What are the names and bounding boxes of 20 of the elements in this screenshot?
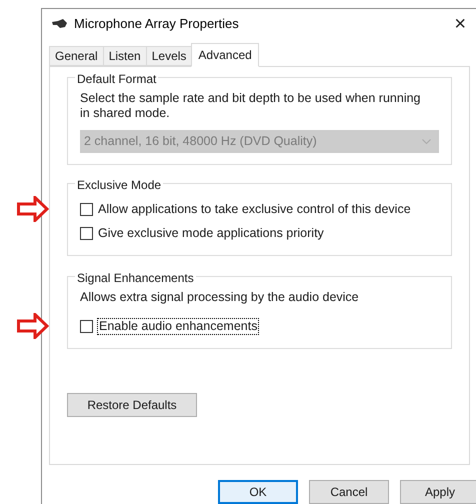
tab[interactable]: General: [49, 46, 104, 66]
description-text: Select the sample rate and bit depth to be used when running in shared mode.: [80, 91, 422, 121]
dialog-button[interactable]: Cancel: [309, 480, 389, 504]
checkbox-label[interactable]: Enable audio enhancements: [98, 318, 258, 334]
checkbox[interactable]: [80, 320, 93, 332]
microphone-icon: [52, 19, 68, 29]
description-text: Allows extra signal processing by the audio device: [80, 290, 360, 305]
checkbox-label[interactable]: Allow applications to take exclusive control of this device: [98, 200, 411, 218]
restore-defaults-button[interactable]: Restore Defaults: [67, 393, 197, 417]
close-button[interactable]: ×: [450, 14, 470, 34]
window-title: Microphone Array Properties: [74, 15, 239, 34]
tab[interactable]: Levels: [146, 46, 192, 66]
tab[interactable]: Listen: [102, 46, 147, 66]
dialog-button[interactable]: Apply: [400, 480, 476, 504]
tab[interactable]: Advanced: [191, 43, 259, 67]
chevron-down-icon: [422, 139, 431, 144]
checkbox-label[interactable]: Give exclusive mode applications priority: [98, 224, 324, 242]
checkbox[interactable]: [80, 226, 93, 240]
dialog-button[interactable]: OK: [218, 480, 298, 504]
checkbox[interactable]: [80, 202, 93, 216]
